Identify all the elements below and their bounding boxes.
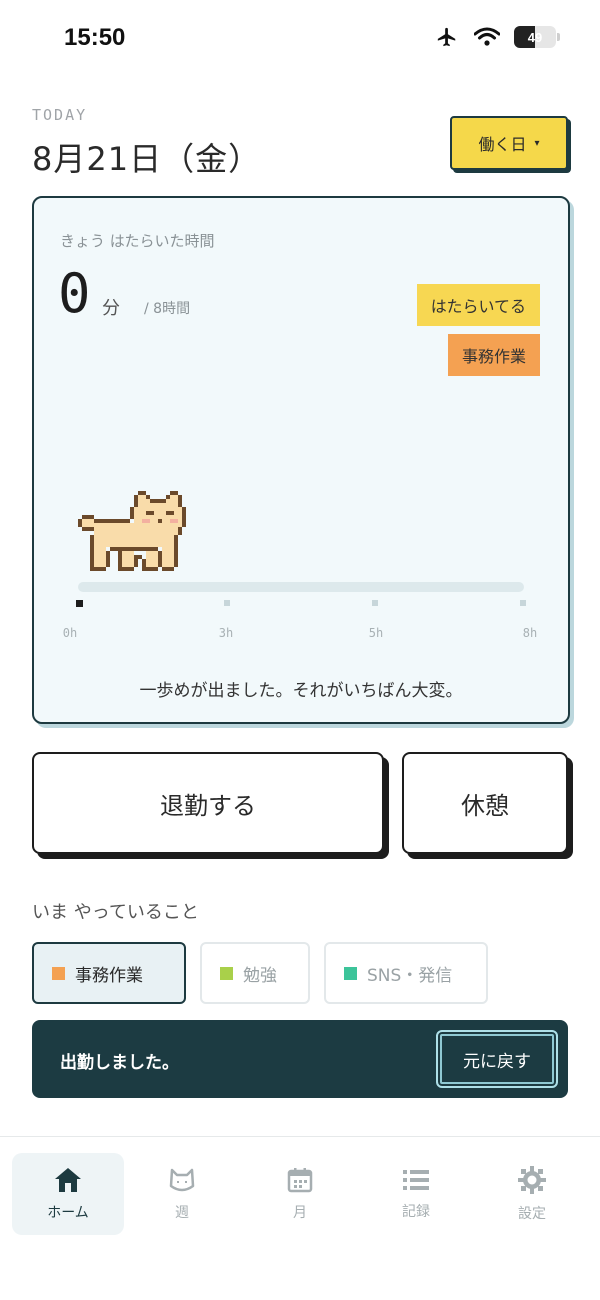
clock-out-button[interactable]: 退勤する [32,752,384,854]
tab-records-label: 記録 [402,1204,430,1220]
day-type-dropdown[interactable]: 働く日 ▾ [450,116,568,170]
activity-chip-study[interactable]: 勉強 [200,942,310,1004]
bottom-tab-bar: ホーム 週 月 記録 設定 [0,1136,600,1300]
timeline-tick-8h [520,600,526,606]
day-type-label: 働く日 [478,135,527,154]
status-badge-task: 事務作業 [447,334,540,376]
airplane-mode-icon [434,26,460,48]
worked-time-label: きょう はたらいた時間 [60,232,215,250]
worked-minutes-unit: 分 [102,298,120,319]
timeline-current-marker [76,600,83,607]
tab-month[interactable]: 月 [244,1153,356,1235]
timeline-label-0h: 0h [62,626,78,640]
tab-month-label: 月 [293,1205,307,1221]
work-progress-track [78,582,524,592]
target-hours: / 8時間 [144,301,191,317]
tab-week-label: 週 [175,1205,189,1221]
tab-records[interactable]: 記録 [360,1153,472,1235]
activity-chip-label: 事務作業 [75,965,143,986]
timeline-tick-5h [372,600,378,606]
wifi-icon [474,27,500,47]
status-badge-working: はたらいてる [416,284,540,326]
activity-chip-label: 勉強 [243,965,277,986]
encouragement-message: 一歩めが出ました。それがいちばん大変。 [139,681,463,701]
office-work-swatch [52,966,65,980]
gear-icon [517,1165,547,1195]
activity-chip-office-work[interactable]: 事務作業 [32,942,186,1004]
activity-chip-label: SNS・発信 [367,965,453,986]
tab-home-label: ホーム [47,1205,89,1221]
break-button[interactable]: 休憩 [402,752,568,854]
dropdown-caret-icon: ▾ [534,137,540,149]
calendar-icon [286,1166,314,1194]
today-label: TODAY [32,106,88,124]
battery-level-text: 49 [527,29,543,45]
timeline-label-5h: 5h [368,626,384,640]
status-time: 15:50 [64,24,126,51]
home-icon [53,1166,83,1194]
status-icons: 49 [434,26,560,48]
undo-button[interactable]: 元に戻す [436,1030,558,1088]
tab-settings-label: 設定 [518,1206,546,1222]
list-icon [401,1167,431,1193]
toast-message: 出勤しました。 [60,1053,179,1073]
cat-face-icon [167,1166,197,1194]
tab-week[interactable]: 週 [126,1153,238,1235]
tab-home[interactable]: ホーム [12,1153,124,1235]
timeline-label-3h: 3h [218,626,234,640]
study-swatch [220,966,233,980]
tab-settings[interactable]: 設定 [476,1153,588,1235]
battery-icon: 49 [514,26,560,48]
toast-notification: 出勤しました。 元に戻す [32,1020,568,1098]
page-title-date: 8月21日（金） [32,140,262,178]
current-activity-label: いま やっていること [32,902,199,923]
sns-swatch [344,966,357,980]
activity-chip-sns[interactable]: SNS・発信 [324,942,488,1004]
timeline-tick-3h [224,600,230,606]
pixel-cat-icon [78,490,194,580]
worked-minutes-value: 0 [58,262,91,325]
work-time-card: きょう はたらいた時間 0 分 / 8時間 はたらいてる 事務作業 0h 3h … [32,196,570,724]
timeline-label-8h: 8h [522,626,538,640]
